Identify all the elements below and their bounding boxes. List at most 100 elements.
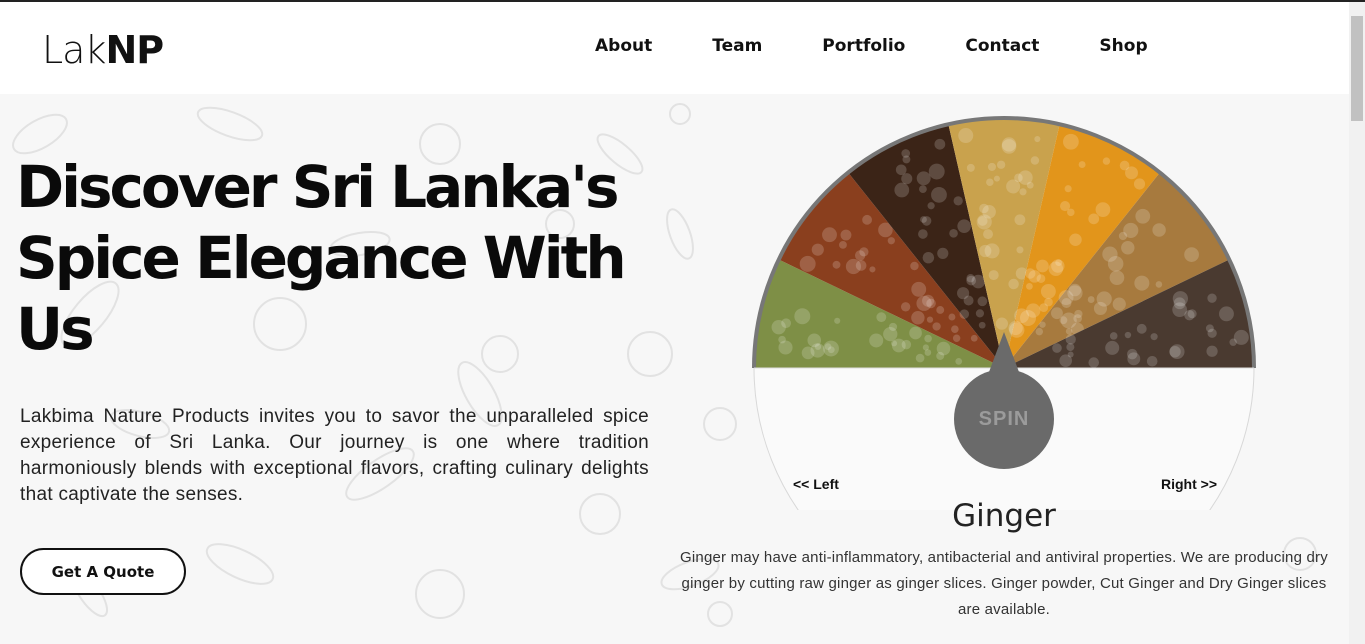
spice-texture-dot	[1108, 256, 1124, 272]
spice-texture-dot	[923, 252, 934, 263]
nav-about[interactable]: About	[595, 36, 652, 56]
spice-texture-dot	[794, 308, 810, 324]
spice-texture-dot	[1079, 161, 1086, 168]
spice-texture-dot	[1066, 328, 1073, 335]
spice-texture-dot	[1088, 357, 1099, 368]
spice-texture-dot	[1103, 157, 1110, 164]
spice-texture-dot	[976, 309, 984, 317]
main-nav: About Team Portfolio Contact Shop	[595, 36, 1208, 56]
nav-portfolio[interactable]: Portfolio	[822, 36, 905, 56]
spice-texture-dot	[960, 309, 969, 318]
spice-texture-dot	[1137, 324, 1147, 334]
spice-texture-dot	[916, 354, 925, 363]
spice-texture-dot	[839, 241, 847, 249]
spice-texture-dot	[815, 344, 821, 350]
spice-texture-dot	[1036, 260, 1049, 273]
spice-texture-dot	[936, 306, 944, 314]
nav-contact[interactable]: Contact	[965, 36, 1039, 56]
spice-texture-dot	[1034, 136, 1040, 142]
spice-texture-dot	[934, 139, 945, 150]
spice-texture-dot	[986, 178, 993, 185]
spice-texture-dot	[1031, 156, 1039, 164]
spice-texture-dot	[876, 312, 886, 322]
logo[interactable]: LakNP	[42, 28, 163, 72]
spice-texture-dot	[1169, 346, 1180, 357]
spice-texture-dot	[1016, 246, 1023, 253]
spice-texture-dot	[994, 176, 1000, 182]
spice-texture-dot	[949, 229, 958, 238]
spice-texture-dot	[1229, 338, 1236, 345]
spice-texture-dot	[957, 287, 969, 299]
spice-texture-dot	[1052, 343, 1062, 353]
spice-texture-dot	[917, 171, 931, 185]
spice-texture-dot	[978, 216, 988, 226]
spice-texture-dot	[948, 314, 955, 321]
spice-texture-dot	[1152, 223, 1165, 236]
spice-texture-dot	[1051, 307, 1063, 319]
spice-texture-dot	[988, 163, 996, 171]
spice-texture-dot	[1134, 276, 1149, 291]
spice-texture-dot	[955, 358, 962, 365]
spice-texture-dot	[1219, 306, 1234, 321]
logo-bold: NP	[105, 28, 163, 72]
spice-texture-dot	[1018, 170, 1033, 185]
spice-texture-dot	[1105, 341, 1119, 355]
spice-texture-dot	[916, 296, 931, 311]
spice-texture-dot	[918, 229, 928, 239]
spice-texture-dot	[1041, 284, 1056, 299]
spice-texture-dot	[989, 270, 999, 280]
spice-texture-dot	[862, 215, 872, 225]
spice-texture-dot	[1069, 233, 1082, 246]
spice-texture-dot	[1151, 333, 1158, 340]
spice-texture-dot	[1006, 179, 1020, 193]
wheel-right-button[interactable]: Right >>	[1161, 476, 1217, 492]
wheel-left-button[interactable]: << Left	[793, 476, 839, 492]
spice-texture-dot	[1207, 329, 1216, 338]
spice-texture-dot	[902, 155, 910, 163]
spice-texture-dot	[825, 343, 832, 350]
page-scrollbar[interactable]	[1349, 2, 1365, 644]
spice-texture-dot	[1036, 328, 1043, 335]
spice-texture-dot	[1025, 268, 1035, 278]
spice-texture-dot	[901, 302, 910, 311]
spice-texture-dot	[1044, 298, 1053, 307]
spice-texture-dot	[869, 333, 883, 347]
spice-texture-dot	[971, 335, 978, 342]
spice-texture-dot	[983, 229, 993, 239]
logo-light: Lak	[42, 28, 105, 72]
spice-texture-dot	[883, 327, 897, 341]
wheel-pointer-icon	[989, 332, 1019, 372]
spice-texture-dot	[1008, 279, 1018, 289]
spice-texture-dot	[812, 244, 824, 256]
spice-texture-dot	[979, 322, 986, 329]
spice-texture-dot	[911, 311, 924, 324]
spice-texture-dot	[1207, 293, 1216, 302]
spin-button[interactable]: SPIN	[954, 369, 1054, 469]
spice-texture-dot	[919, 185, 927, 193]
hero-title: Discover Sri Lanka's Spice Elegance With…	[16, 152, 656, 365]
spice-texture-dot	[1039, 321, 1045, 327]
spice-texture-dot	[909, 327, 922, 340]
nav-shop[interactable]: Shop	[1099, 36, 1147, 56]
spice-texture-dot	[1110, 270, 1125, 285]
nav-team[interactable]: Team	[712, 36, 762, 56]
get-quote-button[interactable]: Get A Quote	[20, 548, 186, 595]
spice-texture-dot	[971, 275, 985, 289]
spice-texture-dot	[802, 346, 815, 359]
spice-texture-dot	[1110, 332, 1118, 340]
site-header: LakNP About Team Portfolio Contact Shop	[0, 2, 1349, 94]
spice-texture-dot	[910, 262, 918, 270]
spice-texture-dot	[834, 318, 840, 324]
spice-texture-dot	[1184, 247, 1199, 262]
spice-texture-dot	[856, 260, 867, 271]
spice-texture-dot	[1119, 232, 1127, 240]
spice-texture-dot	[951, 325, 959, 333]
spice-texture-dot	[1019, 188, 1026, 195]
scrollbar-thumb[interactable]	[1351, 16, 1363, 121]
selected-spice-description: Ginger may have anti-inflammatory, antib…	[676, 545, 1332, 623]
spice-texture-dot	[996, 318, 1008, 330]
spice-texture-dot	[925, 349, 932, 356]
spice-texture-dot	[778, 336, 786, 344]
spice-texture-dot	[1156, 281, 1163, 288]
spice-texture-dot	[1073, 314, 1082, 323]
